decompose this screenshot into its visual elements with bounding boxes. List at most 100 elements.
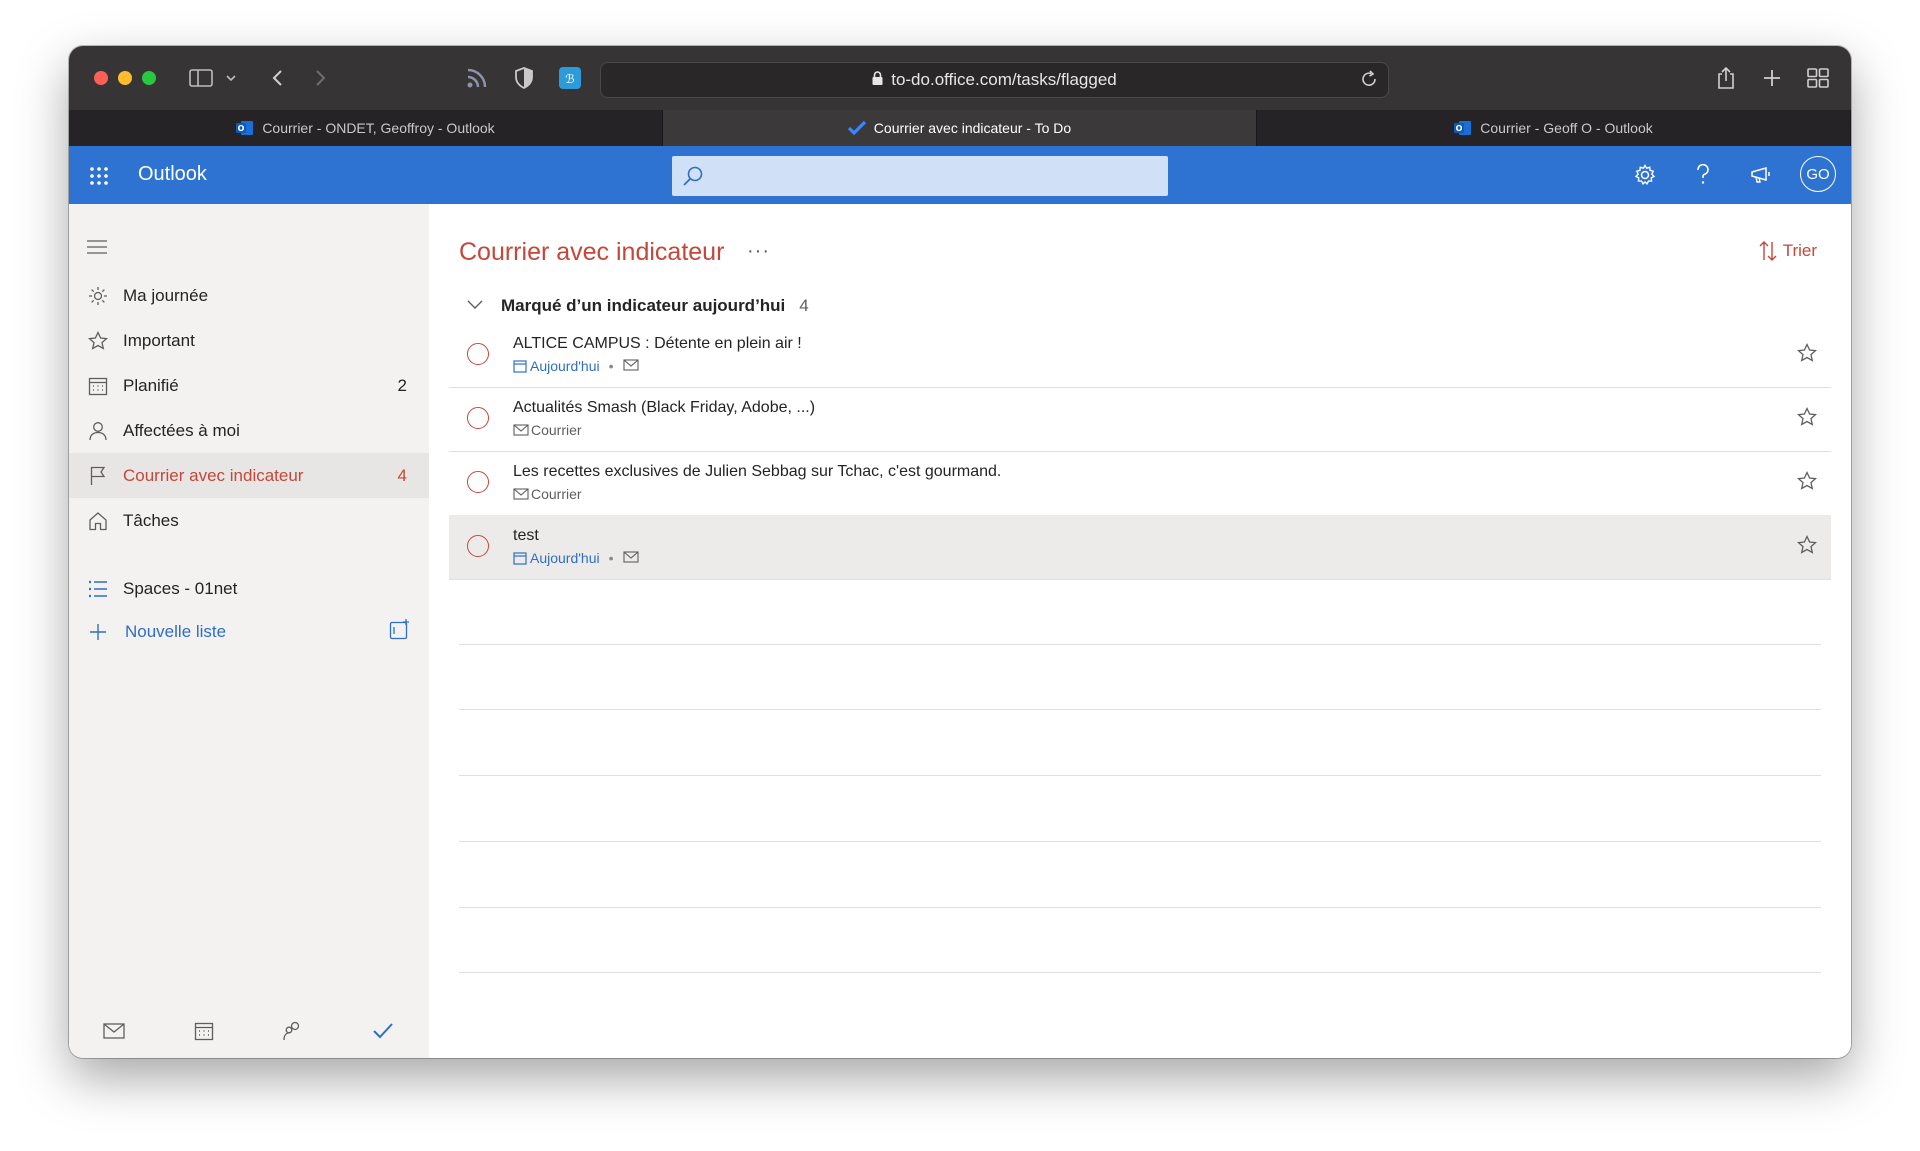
person-icon [87,420,109,442]
sun-icon [87,285,109,307]
url-text: to-do.office.com/tasks/flagged [891,70,1117,89]
task-title: Les recettes exclusives de Julien Sebbag… [513,463,1002,480]
star-icon[interactable] [1796,406,1818,432]
sidebar-toggle-icon[interactable] [187,64,215,92]
task-row[interactable]: Actualités Smash (Black Friday, Adobe, .… [449,387,1831,452]
help-icon[interactable] [1688,160,1718,190]
mail-icon [513,488,529,500]
search-input[interactable] [672,156,1168,196]
chevron-down-icon[interactable] [467,297,483,315]
sort-button[interactable]: Trier [1758,240,1817,262]
shield-icon[interactable] [510,64,538,92]
sidebar-list-spaces[interactable]: Spaces - 01net [69,566,429,611]
mail-icon [622,550,639,566]
complete-task-checkbox[interactable] [467,471,489,493]
task-meta: Aujourd'hui • [513,550,639,566]
task-row-selected[interactable]: test Aujourd'hui • [449,515,1831,580]
group-count: 4 [799,296,809,315]
chevron-down-icon[interactable] [217,64,245,92]
calendar-icon [513,552,527,565]
outlook-icon: O [1454,120,1472,136]
calendar-icon[interactable] [192,1020,216,1042]
svg-text:ℬ: ℬ [565,72,574,86]
back-icon[interactable] [263,64,291,92]
svg-text:O: O [238,124,245,133]
minimize-window-button[interactable] [118,71,132,85]
sidebar-item-label: Affectées à moi [123,420,240,440]
group-label: Marqué d’un indicateur aujourd’hui [501,296,786,315]
complete-task-checkbox[interactable] [467,535,489,557]
translate-extension-icon[interactable]: ℬ [556,64,584,92]
hamburger-menu-icon[interactable] [87,240,107,259]
task-row[interactable]: Les recettes exclusives de Julien Sebbag… [449,451,1831,516]
browser-window: ℬ to-do.office.com/tasks/flagged O Courr… [69,46,1851,1058]
sidebar-item-courrier-avec-indicateur[interactable]: Courrier avec indicateur 4 [69,453,429,498]
sidebar-item-taches[interactable]: Tâches [69,498,429,543]
task-source-label: Courrier [531,422,582,438]
complete-task-checkbox[interactable] [467,343,489,365]
sort-label: Trier [1782,241,1817,260]
page-title: Courrier avec indicateur [459,238,725,266]
address-bar[interactable]: to-do.office.com/tasks/flagged [600,62,1389,98]
new-tab-icon[interactable] [1758,64,1786,92]
todo-check-icon[interactable] [371,1020,395,1042]
flag-icon [87,465,109,487]
browser-tab[interactable]: O Courrier - Geoff O - Outlook [1257,110,1851,146]
task-source-label: Courrier [531,486,582,502]
maximize-window-button[interactable] [142,71,156,85]
browser-tab-active[interactable]: Courrier avec indicateur - To Do [663,110,1257,146]
tab-overview-icon[interactable] [1804,64,1832,92]
sidebar-item-planifie[interactable]: Planifié 2 [69,363,429,408]
app-launcher-icon[interactable] [89,166,109,191]
close-window-button[interactable] [94,71,108,85]
separator-dot: • [608,358,614,374]
star-icon[interactable] [1796,342,1818,368]
mail-icon[interactable] [102,1020,126,1042]
new-group-icon[interactable] [389,618,411,645]
sidebar-item-ma-journee[interactable]: Ma journée [69,273,429,318]
browser-tab[interactable]: O Courrier - ONDET, Geoffroy - Outlook [69,110,663,146]
avatar[interactable]: GO [1800,156,1836,192]
sidebar-item-label: Tâches [123,510,179,530]
empty-row-divider [459,841,1821,842]
home-icon [87,510,109,532]
reload-icon[interactable] [1360,70,1378,93]
rss-icon[interactable] [463,64,491,92]
group-header[interactable]: Marqué d’un indicateur aujourd’hui 4 [467,296,809,316]
svg-text:O: O [1456,124,1463,133]
task-due-date: Aujourd'hui [513,358,600,374]
app-name[interactable]: Outlook [138,163,207,186]
star-icon[interactable] [1796,534,1818,560]
sidebar-item-important[interactable]: Important [69,318,429,363]
outlook-icon: O [236,120,254,136]
sidebar-item-label: Courrier avec indicateur [123,465,304,485]
megaphone-icon[interactable] [1746,160,1776,190]
new-list-button[interactable]: Nouvelle liste [69,609,429,654]
gear-icon[interactable] [1630,160,1660,190]
share-icon[interactable] [1712,64,1740,92]
search-icon [682,165,704,192]
app-header: Outlook GO [69,146,1851,204]
forward-icon[interactable] [307,64,335,92]
task-list-pane: Courrier avec indicateur ··· Trier Marqu… [429,204,1851,1058]
star-icon[interactable] [1796,470,1818,496]
app-switcher-bar [69,1002,429,1058]
window-controls [94,71,156,85]
task-row[interactable]: ALTICE CAMPUS : Détente en plein air ! A… [449,323,1831,388]
browser-tab-label: Courrier avec indicateur - To Do [873,120,1072,136]
more-options-button[interactable]: ··· [747,240,770,263]
empty-row-divider [459,644,1821,645]
task-due-date-label: Aujourd'hui [530,358,600,374]
empty-row-divider [459,775,1821,776]
complete-task-checkbox[interactable] [467,407,489,429]
people-icon[interactable] [281,1020,305,1042]
task-due-date-label: Aujourd'hui [530,550,600,566]
calendar-icon [513,360,527,373]
task-meta: Courrier [513,422,582,438]
calendar-icon [87,375,109,397]
separator-dot: • [608,550,614,566]
sidebar-item-affectees[interactable]: Affectées à moi [69,408,429,453]
browser-tab-label: Courrier - ONDET, Geoffroy - Outlook [262,120,495,136]
list-icon [87,578,109,600]
task-title: Actualités Smash (Black Friday, Adobe, .… [513,399,816,416]
